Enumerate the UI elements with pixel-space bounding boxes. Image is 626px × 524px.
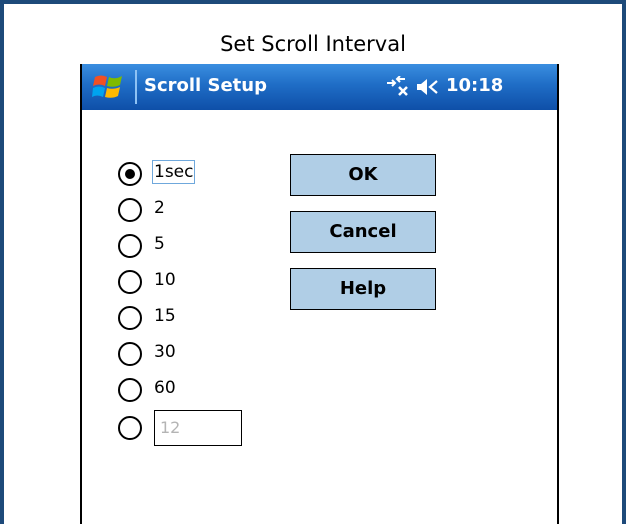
option-label[interactable]: 15 bbox=[154, 306, 176, 326]
interval-option-1sec[interactable]: 1sec bbox=[118, 160, 278, 190]
option-label[interactable]: 1sec bbox=[151, 160, 196, 184]
device-screen: Scroll Setup 10:18 1sec 2 5 10 15 30 60 … bbox=[80, 64, 559, 524]
option-label[interactable]: 60 bbox=[154, 378, 176, 398]
interval-option-15[interactable]: 15 bbox=[118, 304, 278, 334]
radio-button[interactable] bbox=[118, 234, 142, 258]
radio-button[interactable] bbox=[118, 198, 142, 222]
interval-option-10[interactable]: 10 bbox=[118, 268, 278, 298]
option-label[interactable]: 30 bbox=[154, 342, 176, 362]
interval-option-custom[interactable] bbox=[118, 414, 148, 444]
radio-button[interactable] bbox=[118, 306, 142, 330]
interval-option-60[interactable]: 60 bbox=[118, 376, 278, 406]
cancel-button[interactable]: Cancel bbox=[290, 211, 436, 253]
window-title: Scroll Setup bbox=[144, 75, 267, 96]
title-separator bbox=[135, 70, 137, 104]
radio-button[interactable] bbox=[118, 162, 142, 186]
help-button[interactable]: Help bbox=[290, 268, 436, 310]
connectivity-icon[interactable] bbox=[385, 76, 411, 98]
option-label[interactable]: 2 bbox=[154, 198, 165, 218]
radio-button[interactable] bbox=[118, 342, 142, 366]
custom-interval-input[interactable]: 12 bbox=[154, 410, 242, 446]
windows-start-icon[interactable] bbox=[92, 71, 126, 103]
option-label[interactable]: 10 bbox=[154, 270, 176, 290]
option-label[interactable]: 5 bbox=[154, 234, 165, 254]
interval-option-30[interactable]: 30 bbox=[118, 340, 278, 370]
title-bar: Scroll Setup 10:18 bbox=[82, 64, 557, 110]
radio-button[interactable] bbox=[118, 270, 142, 294]
radio-button[interactable] bbox=[118, 378, 142, 402]
interval-option-5[interactable]: 5 bbox=[118, 232, 278, 262]
volume-muted-icon[interactable] bbox=[416, 77, 440, 97]
interval-option-2[interactable]: 2 bbox=[118, 196, 278, 226]
radio-button[interactable] bbox=[118, 416, 142, 440]
ok-button[interactable]: OK bbox=[290, 154, 436, 196]
page-caption: Set Scroll Interval bbox=[220, 32, 406, 56]
clock[interactable]: 10:18 bbox=[446, 75, 503, 96]
